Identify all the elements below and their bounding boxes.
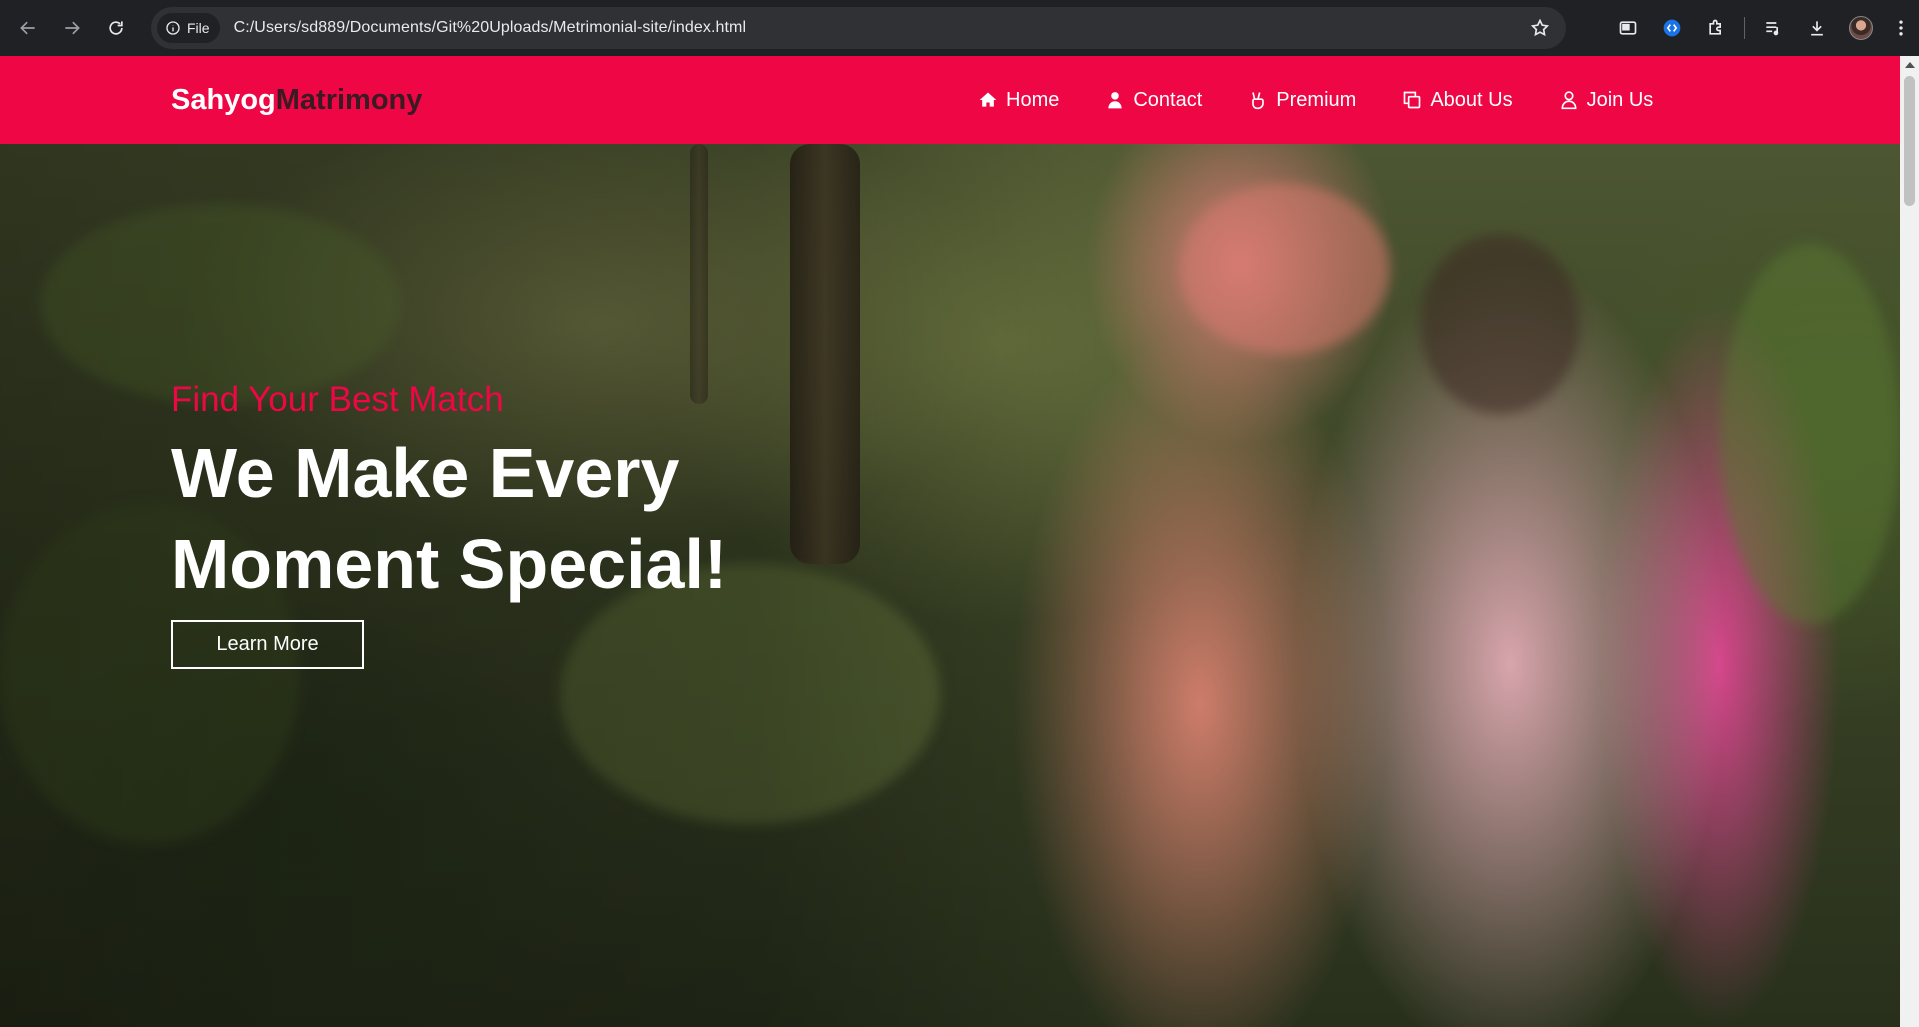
nav-join-label: Join Us <box>1586 88 1654 111</box>
hero-headline: We Make Every Moment Special! <box>171 434 728 603</box>
arrow-left-icon <box>20 21 35 35</box>
brand-name-part1: Sahyog <box>171 84 276 116</box>
side-panel-button[interactable] <box>1606 8 1650 48</box>
nav-contact[interactable]: Contact <box>1105 89 1202 112</box>
hero-tagline: Find Your Best Match <box>171 380 504 419</box>
nav-premium[interactable]: Premium <box>1248 89 1356 112</box>
copy-icon <box>1403 91 1421 109</box>
scroll-thumb[interactable] <box>1904 76 1915 206</box>
side-panel-icon <box>1619 21 1637 35</box>
browser-toolbar: File C:/Users/sd889/Documents/Git%20Uplo… <box>0 0 1919 56</box>
puzzle-icon <box>1709 19 1721 35</box>
reload-icon <box>109 21 123 35</box>
playlist-icon <box>1766 22 1779 36</box>
address-bar[interactable]: File C:/Users/sd889/Documents/Git%20Uplo… <box>151 7 1566 49</box>
profile-button[interactable] <box>1839 8 1883 48</box>
toolbar-actions <box>1606 0 1919 56</box>
learn-more-button[interactable]: Learn More <box>171 620 364 669</box>
home-icon <box>979 92 997 107</box>
arrow-right-icon <box>65 21 80 35</box>
chip-label: File <box>187 20 210 36</box>
nav-about[interactable]: About Us <box>1402 88 1513 112</box>
media-controls-button[interactable] <box>1751 8 1795 48</box>
nav-about-label: About Us <box>1430 88 1513 111</box>
back-button[interactable] <box>6 8 50 48</box>
kebab-menu-icon <box>1899 20 1903 36</box>
hero-section: Find Your Best Match We Make Every Momen… <box>0 144 1900 1027</box>
avatar <box>1849 16 1873 40</box>
main-nav: Home Contact Premium About Us Join Us <box>978 56 1653 144</box>
nav-contact-label: Contact <box>1133 88 1203 111</box>
scroll-up-arrow-icon[interactable] <box>1905 62 1915 68</box>
nav-premium-label: Premium <box>1276 88 1357 111</box>
site-logo[interactable]: SahyogMatrimony <box>171 84 422 117</box>
site-header: SahyogMatrimony Home Contact Premium Abo… <box>0 56 1900 144</box>
bookmark-star-icon[interactable] <box>1530 18 1550 38</box>
reload-button[interactable] <box>94 8 138 48</box>
brand-name-part2: Matrimony <box>275 84 423 116</box>
shazam-icon <box>1663 19 1681 37</box>
user-icon <box>1108 92 1123 109</box>
url-text[interactable]: C:/Users/sd889/Documents/Git%20Uploads/M… <box>234 19 747 37</box>
forward-button[interactable] <box>50 8 94 48</box>
download-icon <box>1811 21 1823 36</box>
hero-content: Find Your Best Match We Make Every Momen… <box>171 380 791 669</box>
page-viewport: SahyogMatrimony Home Contact Premium Abo… <box>0 56 1900 1027</box>
page-scrollbar[interactable] <box>1900 56 1919 1027</box>
victory-hand-icon <box>1252 92 1265 110</box>
extension-shazam-button[interactable] <box>1650 8 1694 48</box>
downloads-button[interactable] <box>1795 8 1839 48</box>
nav-home[interactable]: Home <box>978 89 1059 112</box>
extensions-button[interactable] <box>1694 8 1738 48</box>
menu-button[interactable] <box>1883 8 1919 48</box>
site-info-chip[interactable]: File <box>157 13 220 43</box>
nav-join[interactable]: Join Us <box>1559 88 1654 112</box>
info-icon <box>166 21 180 35</box>
user-outline-icon <box>1561 91 1577 110</box>
nav-home-label: Home <box>1006 88 1060 111</box>
toolbar-divider <box>1744 17 1745 39</box>
